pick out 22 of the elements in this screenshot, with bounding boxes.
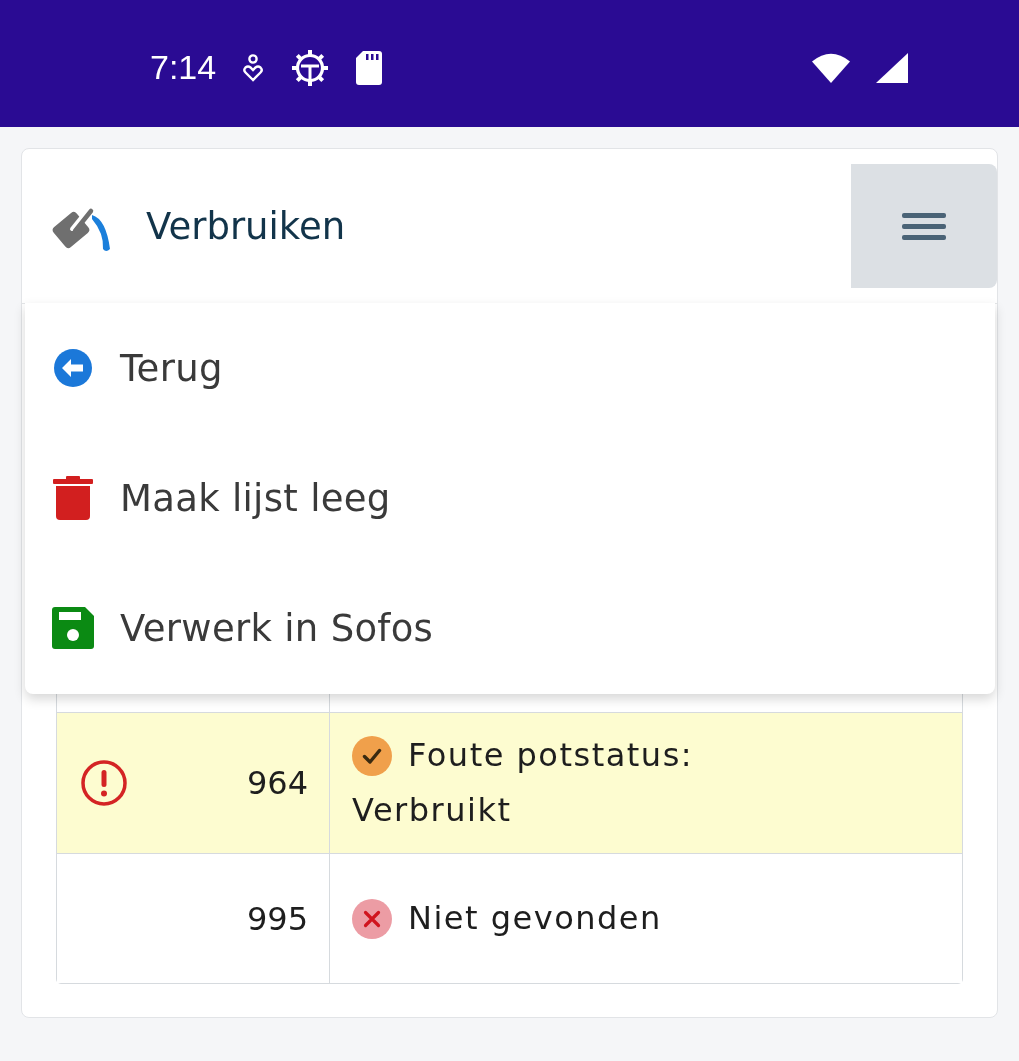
cross-circle-icon	[352, 898, 392, 939]
menu-item[interactable]: Terug	[25, 303, 995, 433]
signal-icon	[876, 52, 908, 83]
wifi-icon	[812, 52, 850, 83]
status-text: Niet gevonden	[408, 898, 662, 939]
trash-icon	[52, 476, 94, 520]
exclamation-circle-icon	[80, 759, 128, 807]
back-arrow-circle-icon	[52, 348, 94, 388]
gear-icon	[291, 48, 330, 87]
menu-item[interactable]: Maak lijst leeg	[25, 433, 995, 563]
check-circle-icon	[352, 735, 392, 776]
status-time: 7:14	[150, 48, 217, 87]
status-text: Foute potstatus:	[408, 735, 694, 776]
status-detail: Verbruikt	[352, 790, 512, 831]
menu-icon	[902, 212, 946, 240]
row-number: 964	[246, 764, 308, 802]
row-number: 995	[246, 899, 308, 938]
page-title: Verbruiken	[146, 204, 346, 248]
menu-item[interactable]: Verwerk in Sofos	[25, 563, 995, 693]
person-heart-icon	[241, 53, 266, 82]
menu-button[interactable]	[851, 164, 997, 288]
sd-card-icon	[356, 50, 383, 85]
